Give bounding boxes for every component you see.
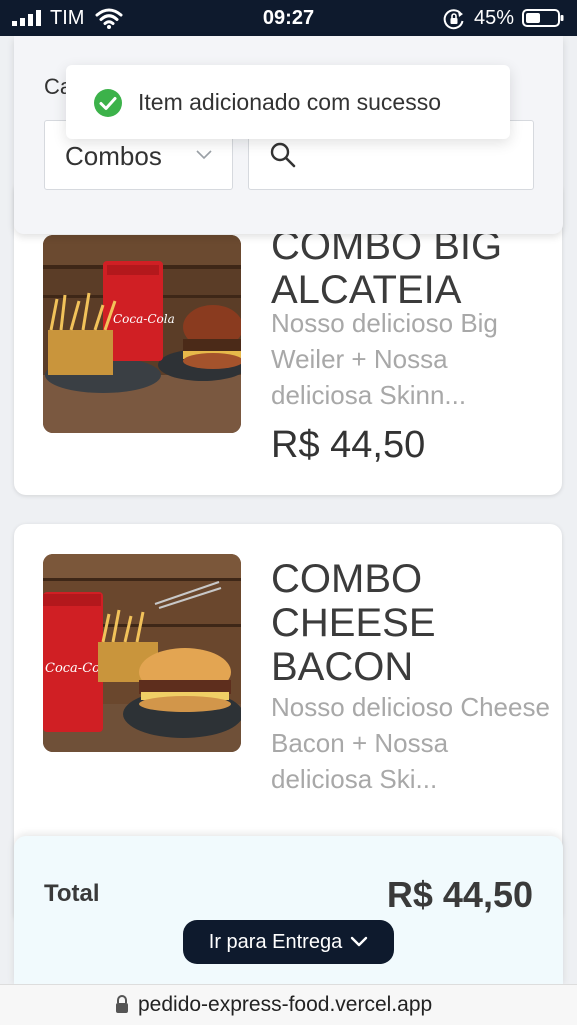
- check-circle-icon: [94, 89, 122, 117]
- search-input[interactable]: [309, 135, 523, 175]
- product-image: Coca-Cola: [43, 235, 241, 433]
- browser-url-bar[interactable]: pedido-express-food.vercel.app: [0, 984, 577, 1025]
- toast-message: Item adicionado com sucesso: [138, 89, 441, 115]
- battery-percent: 45%: [474, 7, 515, 29]
- battery-icon: [522, 9, 564, 27]
- category-selected-value: Combos: [65, 141, 162, 171]
- total-label: Total: [44, 880, 100, 907]
- go-to-delivery-label: Ir para Entrega: [208, 930, 343, 953]
- search-icon: [270, 142, 296, 168]
- orientation-lock-icon: [443, 9, 464, 30]
- url-text: pedido-express-food.vercel.app: [138, 993, 433, 1016]
- success-toast: Item adicionado com sucesso: [66, 65, 510, 139]
- chevron-down-icon: [351, 936, 368, 947]
- go-to-delivery-button[interactable]: Ir para Entrega: [183, 920, 394, 964]
- svg-text:Coca-Cola: Coca-Cola: [113, 312, 175, 326]
- product-price: R$ 44,50: [271, 424, 426, 466]
- total-value: R$ 44,50: [386, 874, 533, 915]
- lock-icon: [116, 995, 128, 1013]
- product-name: COMBO CHEESE BACON: [271, 557, 436, 689]
- product-description: Nosso delicioso Cheese Bacon + Nossa del…: [271, 692, 550, 794]
- chevron-down-icon: [196, 150, 212, 160]
- product-image: Coca-Cola: [43, 554, 241, 752]
- cart-footer: Total R$ 44,50 Ir para Entrega: [14, 836, 563, 986]
- product-name: COMBO BIG ALCATEIA: [271, 224, 503, 312]
- product-description: Nosso delicioso Big Weiler + Nossa delic…: [271, 308, 498, 410]
- status-bar: TIM 09:27 45%: [0, 0, 577, 36]
